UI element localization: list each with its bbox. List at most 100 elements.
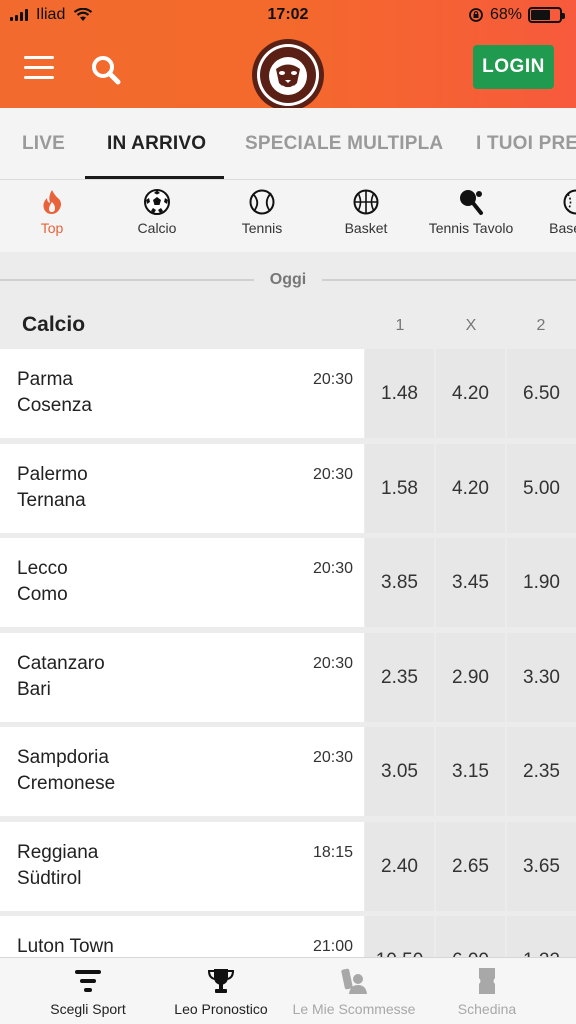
match-info[interactable]: Palermo Ternana 20:30	[0, 444, 364, 533]
sport-tennis-tavolo[interactable]: Tennis Tavolo	[421, 188, 521, 236]
odd-x[interactable]: 2.65	[436, 822, 505, 911]
ping-pong-icon	[460, 190, 483, 215]
nav-label: Schedina	[457, 1001, 517, 1017]
soccer-ball-icon	[144, 189, 170, 215]
odd-1[interactable]: 3.85	[365, 538, 434, 627]
trophy-icon	[207, 969, 235, 993]
tab-in-arrivo[interactable]: IN ARRIVO	[107, 108, 206, 179]
baseball-icon	[563, 189, 576, 215]
match-list: Parma Cosenza 20:30 1.48 4.20 6.50 Paler…	[0, 349, 576, 957]
nav-leo-pronostico[interactable]: Leo Pronostico	[149, 966, 293, 1017]
column-x: X	[465, 317, 477, 334]
kickoff-time: 20:30	[312, 560, 353, 577]
battery-icon	[528, 7, 565, 23]
nav-scegli-sport[interactable]: Scegli Sport	[16, 966, 160, 1017]
odd-x[interactable]: 3.45	[436, 538, 505, 627]
menu-icon[interactable]	[24, 56, 54, 80]
kickoff-time: 18:15	[312, 844, 353, 861]
column-2: 2	[536, 317, 546, 334]
match-row: Catanzaro Bari 20:30 2.35 2.90 3.30	[0, 633, 576, 722]
rotation-lock-icon	[469, 8, 483, 22]
tab-bar: LIVE IN ARRIVO SPECIALE MULTIPLA I TUOI …	[0, 108, 576, 180]
odd-1[interactable]: 1.48	[365, 349, 434, 438]
match-info[interactable]: Sampdoria Cremonese 20:30	[0, 727, 364, 816]
sport-label: Tennis Tavolo	[428, 220, 514, 236]
home-team: Lecco	[17, 558, 68, 579]
kickoff-time: 20:30	[312, 371, 353, 388]
match-row: Palermo Ternana 20:30 1.58 4.20 5.00	[0, 444, 576, 533]
sport-top[interactable]: Top	[2, 188, 102, 236]
away-team: Como	[17, 584, 68, 605]
odd-x[interactable]: 2.90	[436, 633, 505, 722]
sport-label: Top	[40, 220, 64, 236]
divider-line	[322, 279, 576, 281]
nav-schedina[interactable]: Schedina	[415, 966, 559, 1017]
odd-2[interactable]: 1.90	[507, 538, 576, 627]
match-row: Lecco Como 20:30 3.85 3.45 1.90	[0, 538, 576, 627]
flame-icon	[43, 190, 61, 214]
odd-2[interactable]: 2.35	[507, 727, 576, 816]
lion-logo[interactable]	[251, 38, 325, 112]
section-title: Calcio	[22, 313, 86, 336]
sport-basket[interactable]: Basket	[316, 188, 416, 236]
match-row: Parma Cosenza 20:30 1.48 4.20 6.50	[0, 349, 576, 438]
match-info[interactable]: Lecco Como 20:30	[0, 538, 364, 627]
sport-selector: Top Calcio Tennis Basket Tennis Tavolo B…	[0, 180, 576, 252]
tab-preferiti[interactable]: I TUOI PREFERITI	[476, 108, 576, 179]
odd-x[interactable]: 3.15	[436, 727, 505, 816]
sport-label: Baseball	[549, 220, 576, 236]
sport-calcio[interactable]: Calcio	[107, 188, 207, 236]
home-team: Reggiana	[17, 842, 99, 863]
home-team: Sampdoria	[17, 747, 109, 768]
sport-baseball[interactable]: Baseball	[526, 188, 576, 236]
odd-1[interactable]: 3.05	[365, 727, 434, 816]
basketball-icon	[353, 189, 379, 215]
sport-label: Calcio	[137, 220, 177, 236]
status-bar: Iliad 17:02 68%	[0, 0, 576, 30]
kickoff-time: 20:30	[312, 466, 353, 483]
home-team: Parma	[17, 369, 73, 390]
match-info[interactable]: Luton Town 21:00	[0, 916, 364, 957]
day-divider: Oggi	[0, 262, 576, 298]
kickoff-time: 20:30	[312, 749, 353, 766]
match-info[interactable]: Catanzaro Bari 20:30	[0, 633, 364, 722]
match-info[interactable]: Parma Cosenza 20:30	[0, 349, 364, 438]
kickoff-time: 20:30	[312, 655, 353, 672]
home-team: Palermo	[17, 464, 88, 485]
match-row: Sampdoria Cremonese 20:30 3.05 3.15 2.35	[0, 727, 576, 816]
nav-le-mie-scommesse[interactable]: Le Mie Scommesse	[282, 966, 426, 1017]
odd-2[interactable]: 3.65	[507, 822, 576, 911]
odd-1[interactable]: 10.50	[365, 916, 434, 957]
sport-tennis[interactable]: Tennis	[212, 188, 312, 236]
odd-2[interactable]: 3.30	[507, 633, 576, 722]
match-info[interactable]: Reggiana Südtirol 18:15	[0, 822, 364, 911]
active-tab-indicator	[85, 176, 224, 179]
betslip-icon	[479, 968, 495, 994]
odd-x[interactable]: 6.00	[436, 916, 505, 957]
away-team: Ternana	[17, 490, 86, 511]
search-icon[interactable]	[90, 54, 122, 86]
home-team: Luton Town	[17, 936, 114, 957]
odd-1[interactable]: 2.40	[365, 822, 434, 911]
match-row: Luton Town 21:00 10.50 6.00 1.22	[0, 916, 576, 957]
odd-2[interactable]: 5.00	[507, 444, 576, 533]
nav-label: Scegli Sport	[50, 1001, 126, 1017]
odd-x[interactable]: 4.20	[436, 444, 505, 533]
match-row: Reggiana Südtirol 18:15 2.40 2.65 3.65	[0, 822, 576, 911]
tab-live[interactable]: LIVE	[22, 108, 65, 179]
login-button[interactable]: LOGIN	[473, 45, 554, 89]
odd-1[interactable]: 2.35	[365, 633, 434, 722]
battery-level	[531, 10, 550, 20]
odd-x[interactable]: 4.20	[436, 349, 505, 438]
battery-percent: 68%	[489, 6, 522, 23]
sport-label: Basket	[344, 220, 388, 236]
away-team: Südtirol	[17, 868, 82, 889]
odd-2[interactable]: 6.50	[507, 349, 576, 438]
odd-2[interactable]: 1.22	[507, 916, 576, 957]
tab-speciale-multipla[interactable]: SPECIALE MULTIPLA	[245, 108, 443, 179]
away-team: Bari	[17, 679, 51, 700]
odd-1[interactable]: 1.58	[365, 444, 434, 533]
competition-header: Calcio 1 X 2	[0, 300, 576, 348]
sports-filter-icon	[75, 970, 101, 992]
away-team: Cosenza	[17, 395, 92, 416]
